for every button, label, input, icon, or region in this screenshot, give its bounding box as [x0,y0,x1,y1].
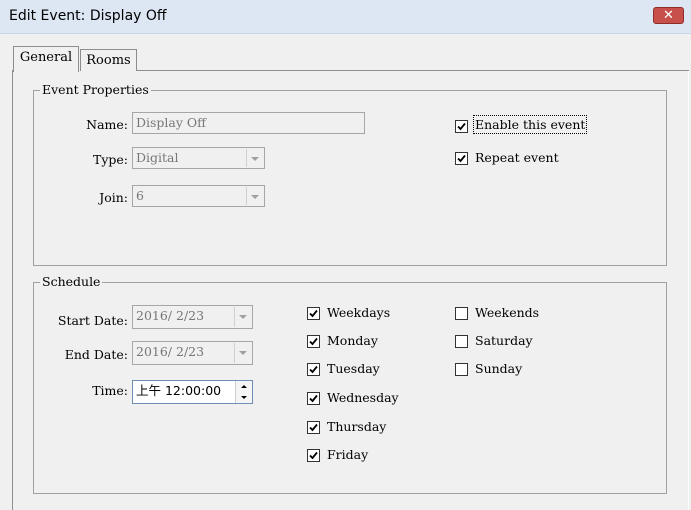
window-title: Edit Event: Display Off [9,8,167,24]
name-label: Name: [86,117,128,132]
check-icon [309,309,318,318]
end-date-value: 2016/ 2/23 [136,344,205,359]
time-spinner[interactable] [235,381,252,403]
wednesday-label[interactable]: Wednesday [327,390,399,405]
tab-rooms-label: Rooms [86,53,131,68]
tuesday-checkbox[interactable] [307,363,320,376]
start-date-picker[interactable]: 2016/ 2/23 [132,305,253,329]
type-label: Type: [92,152,128,167]
close-button[interactable]: ✕ [653,7,684,24]
enable-event-label[interactable]: Enable this event [472,115,588,134]
check-icon [457,154,466,163]
tab-strip-border [137,70,689,71]
monday-checkbox[interactable] [307,335,320,348]
thursday-checkbox[interactable] [307,421,320,434]
chevron-down-icon [246,187,263,205]
sunday-label[interactable]: Sunday [475,361,522,376]
event-properties-legend: Event Properties [40,82,151,97]
weekdays-label[interactable]: Weekdays [327,305,390,320]
name-field[interactable]: Display Off [132,112,365,134]
schedule-legend: Schedule [40,274,103,289]
monday-label[interactable]: Monday [327,333,378,348]
friday-label[interactable]: Friday [327,447,368,462]
chevron-down-icon [246,149,263,167]
check-icon [457,122,466,131]
check-icon [309,394,318,403]
title-bar: Edit Event: Display Off ✕ [0,0,691,34]
type-value: Digital [136,150,179,165]
tab-general-label: General [19,50,73,65]
tab-general[interactable]: General [13,46,79,72]
time-label: Time: [92,383,128,398]
end-date-picker[interactable]: 2016/ 2/23 [132,341,253,365]
weekends-label[interactable]: Weekends [475,305,539,320]
sunday-checkbox[interactable] [455,363,468,376]
friday-checkbox[interactable] [307,449,320,462]
end-date-label: End Date: [64,347,128,362]
close-icon: ✕ [663,8,674,23]
chevron-down-icon [234,343,251,363]
repeat-event-checkbox[interactable] [455,152,468,165]
join-label: Join: [99,190,128,205]
chevron-up-icon [241,385,247,388]
time-value: 上午 12:00:00 [136,383,222,398]
chevron-down-icon [234,307,251,327]
weekends-checkbox[interactable] [455,307,468,320]
enable-event-checkbox[interactable] [455,120,468,133]
check-icon [309,337,318,346]
tab-rooms[interactable]: Rooms [80,49,137,71]
join-select[interactable]: 6 [132,185,265,207]
start-date-value: 2016/ 2/23 [136,308,205,323]
thursday-label[interactable]: Thursday [327,419,386,434]
saturday-label[interactable]: Saturday [475,333,533,348]
tuesday-label[interactable]: Tuesday [327,361,380,376]
start-date-label: Start Date: [57,313,128,328]
type-select[interactable]: Digital [132,147,265,169]
chevron-down-icon [241,396,247,399]
time-input[interactable]: 上午 12:00:00 [132,380,253,404]
saturday-checkbox[interactable] [455,335,468,348]
check-icon [309,365,318,374]
join-value: 6 [136,188,144,203]
wednesday-checkbox[interactable] [307,392,320,405]
check-icon [309,451,318,460]
weekdays-checkbox[interactable] [307,307,320,320]
check-icon [309,423,318,432]
repeat-event-label[interactable]: Repeat event [475,150,559,165]
name-value: Display Off [136,115,207,130]
